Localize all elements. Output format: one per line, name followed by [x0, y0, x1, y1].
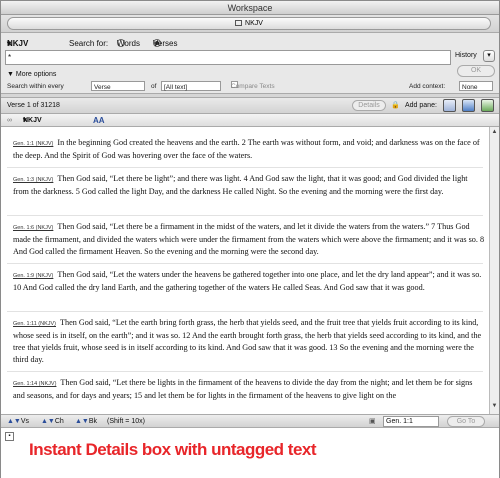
- workspace-window: Workspace NKJV NKJV ▾ Search for: Words …: [0, 0, 500, 478]
- search-for-label: Search for:: [69, 39, 109, 48]
- details-button[interactable]: Details: [352, 100, 386, 111]
- of-label: of: [151, 83, 157, 90]
- vs-label: Vs: [20, 418, 30, 425]
- options-row: Search within every Verse of [All text] …: [7, 81, 497, 92]
- context-select[interactable]: None: [459, 81, 493, 91]
- verse-reference-link[interactable]: Gen. 1:11 (NKJV): [13, 321, 56, 327]
- within-select[interactable]: Verse: [91, 81, 145, 91]
- passage-menu-icon[interactable]: ▣: [369, 415, 376, 428]
- passage-paragraph: Gen. 1:9 (NKJV) Then God said, “Let the w…: [13, 269, 485, 294]
- search-pane-icon[interactable]: [462, 99, 475, 112]
- instant-details-box: ▪ Instant Details box with untagged text: [1, 428, 499, 478]
- verse-reference-link[interactable]: Gen. 1:9 (NKJV): [13, 273, 53, 279]
- within-value: Verse: [94, 84, 111, 91]
- verse-reference-link[interactable]: Gen. 1:14 (NKJV): [13, 381, 56, 387]
- divider: [7, 371, 483, 372]
- passage-paragraph: Gen. 1:6 (NKJV) Then God said, “Let there…: [13, 221, 485, 258]
- more-options-toggle[interactable]: ▼ More options: [7, 71, 56, 78]
- verse-reference-link[interactable]: Gen. 1:6 (NKJV): [13, 225, 53, 231]
- passage-text: Then God said, “Let the earth bring fort…: [13, 318, 482, 364]
- passage-text: Then God said, “Let there be light”; and…: [13, 174, 468, 196]
- add-pane-label: Add pane:: [405, 102, 437, 109]
- document-icon: [235, 20, 243, 26]
- passage-text: Then God said, “Let there be lights in t…: [13, 378, 473, 400]
- ch-label: Ch: [54, 418, 64, 425]
- translation-label: NKJV: [7, 39, 29, 48]
- disclosure-triangle-icon: ▼: [7, 71, 16, 78]
- search-within-label: Search within every: [7, 83, 64, 90]
- passage-text: Then God said, “Let the waters under the…: [13, 270, 482, 292]
- passage-text: Then God said, “Let there be a firmament…: [13, 222, 485, 256]
- divider: [7, 215, 483, 216]
- version-selector[interactable]: NKJV ▾: [23, 114, 42, 127]
- verses-label: Verses: [153, 39, 178, 48]
- version-label: NKJV: [23, 117, 42, 124]
- verse-position: Verse 1 of 31218: [7, 102, 60, 109]
- scroll-up-icon[interactable]: ▲: [491, 129, 498, 135]
- lock-icon[interactable]: 🔒: [391, 98, 400, 114]
- ok-button[interactable]: OK: [457, 65, 495, 77]
- link-chain-icon[interactable]: ∞: [7, 114, 12, 127]
- window-title: Workspace: [1, 1, 499, 15]
- chapter-step[interactable]: ▲▼ Ch: [41, 415, 64, 428]
- words-label: Words: [117, 39, 140, 48]
- lock-icon[interactable]: ▪: [5, 432, 14, 441]
- pane-toolbar: Verse 1 of 31218 Details 🔒 Add pane:: [1, 98, 499, 114]
- chart-pane-icon[interactable]: [481, 99, 494, 112]
- text-header: ∞ NKJV ▾ AA: [1, 114, 499, 127]
- more-options-label: More options: [15, 71, 57, 78]
- tab-bar: NKJV: [1, 15, 499, 33]
- context-value: None: [462, 84, 478, 91]
- passage-text: In the beginning God created the heavens…: [13, 138, 480, 160]
- compare-label: Compare Texts: [231, 83, 275, 90]
- of-select[interactable]: [All text]: [161, 81, 221, 91]
- annotation-caption: Instant Details box with untagged text: [29, 440, 317, 459]
- tab-label: NKJV: [245, 20, 263, 27]
- bible-text-pane: Gen. 1:1 (NKJV) In the beginning God crea…: [1, 127, 489, 414]
- divider: [7, 311, 483, 312]
- font-size-icon[interactable]: AA: [93, 114, 105, 127]
- goto-button[interactable]: Go To: [447, 416, 485, 427]
- add-context-label: Add context:: [409, 83, 446, 90]
- bk-label: Bk: [88, 418, 98, 425]
- text-pane-icon[interactable]: [443, 99, 456, 112]
- verse-reference-link[interactable]: Gen. 1:1 (NKJV): [13, 141, 53, 147]
- navigation-bar: ▲▼ Vs ▲▼ Ch ▲▼ Bk (Shift = 10x) ▣ Gen. 1…: [1, 414, 499, 428]
- passage-paragraph: Gen. 1:3 (NKJV) Then God said, “Let there…: [13, 173, 485, 198]
- history-label: History: [455, 52, 477, 59]
- history-dropdown[interactable]: ▾: [483, 50, 495, 62]
- passage-paragraph: Gen. 1:1 (NKJV) In the beginning God crea…: [13, 137, 485, 162]
- vertical-scrollbar[interactable]: ▲ ▼: [489, 127, 499, 414]
- passage-paragraph: Gen. 1:11 (NKJV) Then God said, “Let the …: [13, 317, 485, 366]
- search-input[interactable]: *: [5, 50, 451, 65]
- translation-selector[interactable]: NKJV ▾: [7, 39, 28, 48]
- goto-input[interactable]: Gen. 1:1: [383, 416, 439, 427]
- verse-step[interactable]: ▲▼ Vs: [7, 415, 29, 428]
- book-step[interactable]: ▲▼ Bk: [75, 415, 97, 428]
- tab-nkjv[interactable]: NKJV: [7, 17, 491, 30]
- scroll-down-icon[interactable]: ▼: [491, 403, 498, 409]
- divider: [7, 263, 483, 264]
- chevron-down-icon: ▾: [487, 52, 491, 59]
- passage-paragraph: Gen. 1:14 (NKJV) Then God said, “Let ther…: [13, 377, 485, 402]
- shift-hint: (Shift = 10x): [107, 418, 145, 425]
- verse-reference-link[interactable]: Gen. 1:3 (NKJV): [13, 177, 53, 183]
- divider: [7, 167, 483, 168]
- of-value: [All text]: [164, 84, 188, 91]
